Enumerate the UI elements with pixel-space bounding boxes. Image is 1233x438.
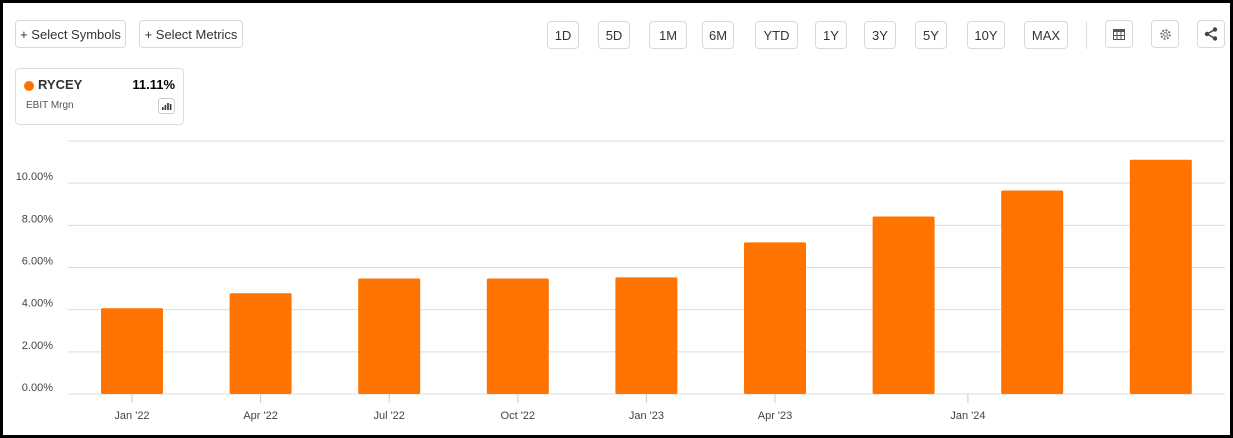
bar-chart-type-button[interactable] (158, 98, 175, 114)
bar (744, 242, 806, 394)
x-tick-label: Jan '23 (629, 410, 664, 422)
x-tick-label: Jul '22 (373, 410, 404, 422)
range-button-ytd[interactable]: YTD (755, 21, 798, 49)
range-button-1m[interactable]: 1M (649, 21, 687, 49)
select-symbols-button[interactable]: + Select Symbols (15, 20, 126, 48)
x-tick-label: Apr '22 (243, 410, 278, 422)
y-tick-label: 8.00% (22, 213, 53, 225)
share-icon (1204, 27, 1218, 41)
y-tick-label: 4.00% (22, 298, 53, 310)
bar (615, 277, 678, 394)
chart-widget: + Select Symbols + Select Metrics 1D 5D 1M… (0, 0, 1233, 438)
legend-metric: EBIT Mrgn (26, 100, 74, 111)
bar-chart-icon (162, 103, 172, 110)
x-tick-label: Jan '24 (950, 410, 985, 422)
y-tick-label: 6.00% (22, 256, 53, 268)
range-button-6m[interactable]: 6M (702, 21, 734, 49)
y-tick-label: 2.00% (22, 340, 53, 352)
bar (229, 293, 292, 394)
range-button-max[interactable]: MAX (1024, 21, 1068, 49)
x-tick-label: Apr '23 (758, 410, 793, 422)
y-tick-label: 0.00% (22, 382, 53, 394)
range-button-10y[interactable]: 10Y (967, 21, 1005, 49)
share-button[interactable] (1197, 20, 1225, 48)
bar (358, 278, 421, 394)
select-metrics-button[interactable]: + Select Metrics (139, 20, 243, 48)
x-tick-label: Jan '22 (114, 410, 149, 422)
bar (1129, 159, 1192, 394)
legend-card[interactable]: RYCEY 11.11% EBIT Mrgn (15, 68, 184, 125)
table-icon (1113, 28, 1125, 40)
range-button-5y[interactable]: 5Y (915, 21, 947, 49)
settings-button[interactable] (1151, 20, 1179, 48)
range-button-3y[interactable]: 3Y (864, 21, 896, 49)
range-button-1y[interactable]: 1Y (815, 21, 847, 49)
range-button-5d[interactable]: 5D (598, 21, 630, 49)
bar (486, 278, 549, 394)
legend-value: 11.11% (132, 77, 175, 92)
gear-icon (1159, 28, 1171, 40)
toolbar-divider (1086, 21, 1087, 49)
legend-symbol: RYCEY (38, 77, 83, 92)
bar (101, 308, 163, 394)
bar (872, 216, 935, 394)
bar-chart: 0.00% 2.00% 4.00% 6.00% 8.00% 10.00% Jan '22 Ap… (16, 140, 1225, 422)
range-button-1d[interactable]: 1D (547, 21, 579, 49)
table-view-button[interactable] (1105, 20, 1133, 48)
bar (1001, 190, 1064, 394)
x-tick-label: Oct '22 (501, 410, 536, 422)
y-tick-label: 10.00% (16, 171, 54, 183)
series-color-dot (24, 81, 34, 91)
